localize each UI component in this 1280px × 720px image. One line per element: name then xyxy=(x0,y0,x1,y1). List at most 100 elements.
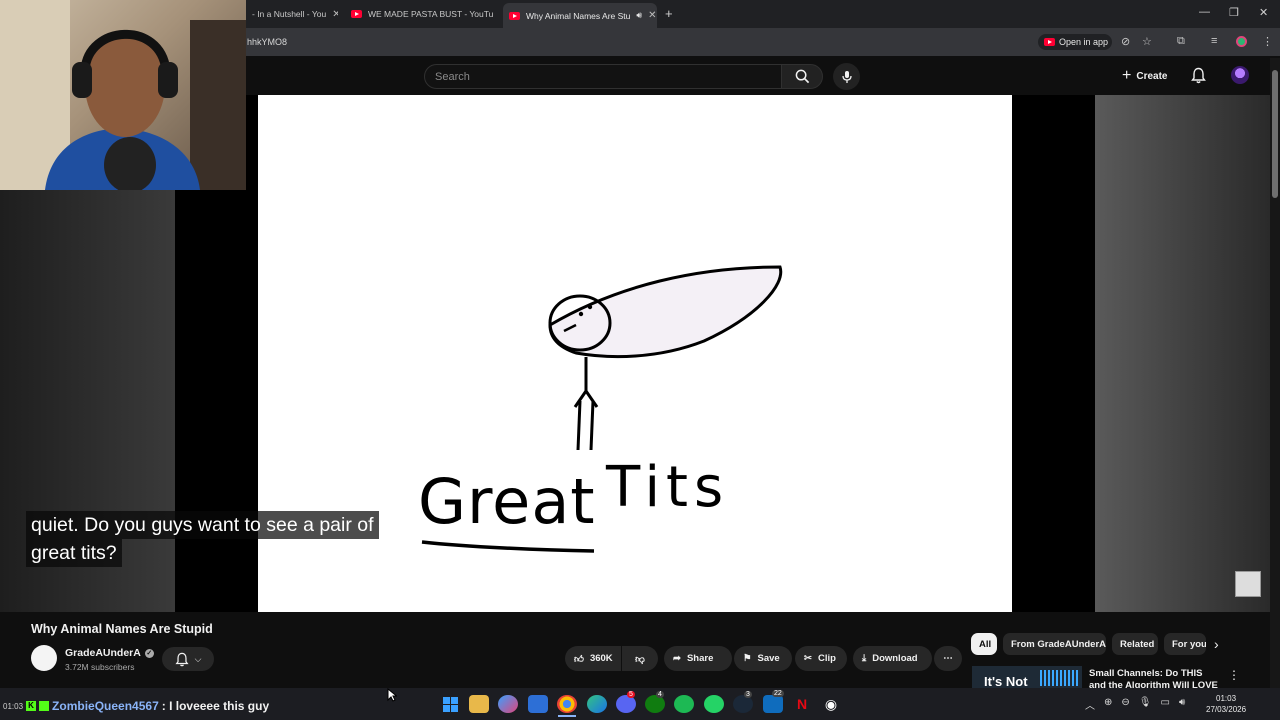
taskbar-clock[interactable]: 01:03 27/03/2026 xyxy=(1206,693,1246,715)
speaker-icon[interactable]: 🔊︎ xyxy=(636,10,642,21)
subscription-bell-button[interactable]: ⌵ xyxy=(162,647,214,671)
create-button[interactable]: + Create xyxy=(1122,66,1167,86)
steam-icon[interactable]: 3 xyxy=(733,691,753,713)
xbox-icon[interactable]: 4 xyxy=(645,691,665,713)
spotify-icon[interactable] xyxy=(674,695,694,713)
tray-app-icon[interactable]: ⊖ xyxy=(1121,697,1129,712)
plus-icon: + xyxy=(1122,67,1132,84)
notification-badge: 5 xyxy=(627,691,635,698)
channel-name[interactable]: GradeAUnderA ✓ xyxy=(65,647,154,659)
stream-chat-message: 01:03 K ZombieQueen4567 : I loveeee this… xyxy=(3,699,269,713)
mail-icon[interactable]: 22 xyxy=(763,690,784,713)
system-tray: ︿ ⊕ ⊖ 🎙︎ ▭ 🔊︎ xyxy=(1085,697,1185,712)
close-window-icon[interactable]: ✕ xyxy=(1259,6,1268,19)
youtube-favicon-icon xyxy=(351,10,362,18)
download-label: Download xyxy=(872,653,918,664)
more-horizontal-icon: ⋯ xyxy=(943,653,953,664)
obs-icon[interactable]: ◉ xyxy=(821,695,841,713)
restore-icon[interactable]: ❐ xyxy=(1229,6,1239,19)
chip-from-channel[interactable]: From GradeAUnderA xyxy=(1003,633,1106,655)
download-button[interactable]: ⤓ Download xyxy=(853,646,932,671)
discord-icon[interactable]: 5 xyxy=(616,691,636,713)
new-tab-button[interactable]: + xyxy=(665,6,673,21)
profile-icon[interactable] xyxy=(1236,36,1247,47)
bookmark-icon: ⚑ xyxy=(743,653,752,664)
chrome-icon[interactable] xyxy=(557,695,577,713)
clock-time: 01:03 xyxy=(1216,694,1237,703)
close-icon[interactable]: ✕ xyxy=(648,10,656,21)
tray-app-icon[interactable]: ⊕ xyxy=(1104,697,1112,712)
clock-date: 27/03/2026 xyxy=(1206,705,1247,714)
video-title: Why Animal Names Are Stupid xyxy=(31,622,213,636)
channel-watermark[interactable] xyxy=(1235,571,1261,597)
chevron-up-icon[interactable]: ︿ xyxy=(1085,697,1095,712)
microphone-icon[interactable]: 🎙︎ xyxy=(1139,697,1152,712)
whatsapp-icon[interactable] xyxy=(704,695,724,713)
more-actions-button[interactable]: ⋯ xyxy=(934,646,962,671)
mouse-cursor-icon xyxy=(387,687,398,707)
recommendation-title[interactable]: Small Channels: Do THIS and the Algorith… xyxy=(1089,668,1219,688)
tab-nutshell[interactable]: - In a Nutshell - You ✕ xyxy=(246,4,338,24)
bookmark-star-icon[interactable]: ☆ xyxy=(1142,35,1152,48)
open-in-app-label: Open in app xyxy=(1059,37,1109,47)
thumbnail-text: It's Not xyxy=(984,674,1028,689)
account-avatar[interactable] xyxy=(1231,66,1249,84)
youtube-favicon-icon xyxy=(1044,38,1055,46)
app-icon[interactable] xyxy=(528,695,548,713)
windows-start-icon[interactable] xyxy=(440,695,460,713)
scissors-icon: ✂ xyxy=(804,653,812,664)
create-label: Create xyxy=(1136,70,1168,82)
close-icon[interactable]: ✕ xyxy=(332,9,338,20)
search-button[interactable] xyxy=(781,64,823,89)
notification-badge: 3 xyxy=(744,691,752,698)
channel-avatar[interactable] xyxy=(31,645,57,671)
save-button[interactable]: ⚑ Save xyxy=(734,646,792,671)
recommendation-thumbnail[interactable]: It's Not xyxy=(972,666,1082,690)
scrollbar-thumb[interactable] xyxy=(1272,70,1278,198)
network-icon[interactable]: ▭ xyxy=(1160,697,1169,712)
share-button[interactable]: ➦ Share xyxy=(664,646,732,671)
tab-label: - In a Nutshell - You xyxy=(252,9,327,19)
chevron-down-icon: ⌵ xyxy=(194,653,202,664)
search-icon xyxy=(795,69,809,84)
eye-off-icon[interactable]: ⊘ xyxy=(1121,35,1130,48)
open-in-app-button[interactable]: Open in app xyxy=(1038,34,1112,50)
caption-line-2: great tits? xyxy=(26,539,122,567)
video-caption: quiet. Do you guys want to see a pair of… xyxy=(26,511,379,567)
share-label: Share xyxy=(686,653,714,664)
volume-icon[interactable]: 🔊︎ xyxy=(1179,697,1185,712)
dislike-button[interactable]: 👎︎ xyxy=(622,646,658,671)
copilot-icon[interactable] xyxy=(498,695,518,713)
minimize-icon[interactable]: — xyxy=(1199,6,1210,18)
microphone-icon xyxy=(841,70,852,83)
tab-pasta-bust[interactable]: WE MADE PASTA BUST - YouTu ✕ xyxy=(345,4,495,24)
chip-all[interactable]: All xyxy=(971,633,997,655)
file-explorer-icon[interactable] xyxy=(469,695,489,713)
save-label: Save xyxy=(757,653,780,664)
ambient-right-panel xyxy=(1095,95,1270,612)
notifications-button[interactable] xyxy=(1191,67,1206,89)
webcam-overlay xyxy=(0,0,246,190)
chevron-right-icon[interactable]: › xyxy=(1214,636,1219,652)
edge-icon[interactable] xyxy=(587,695,607,713)
more-vertical-icon[interactable]: ⋮ xyxy=(1228,668,1240,682)
tab-label: Why Animal Names Are Stu xyxy=(526,10,631,21)
tab-animal-names[interactable]: Why Animal Names Are Stu 🔊︎ ✕ xyxy=(503,3,657,28)
url-text[interactable]: hhkYMO8 xyxy=(247,37,287,47)
bell-icon xyxy=(1191,67,1206,84)
clip-button[interactable]: ✂ Clip xyxy=(795,646,847,671)
media-control-icon[interactable]: ≡ xyxy=(1211,35,1217,47)
voice-search-button[interactable] xyxy=(833,63,860,90)
drawing-caption-great: Great xyxy=(418,465,596,538)
chat-timestamp: 01:03 xyxy=(3,701,24,711)
menu-icon[interactable]: ⋮ xyxy=(1262,35,1273,48)
extensions-icon[interactable]: ⧉ xyxy=(1177,35,1185,48)
chip-related[interactable]: Related xyxy=(1112,633,1158,655)
chat-message-text: : I loveeee this guy xyxy=(161,699,270,713)
notification-badge: 22 xyxy=(772,690,784,697)
search-input[interactable]: Search xyxy=(424,64,782,89)
chip-for-you[interactable]: For you xyxy=(1164,633,1206,655)
like-button[interactable]: 👍︎ 360K xyxy=(565,646,621,671)
search-placeholder: Search xyxy=(435,70,470,83)
netflix-icon[interactable]: N xyxy=(792,695,812,713)
